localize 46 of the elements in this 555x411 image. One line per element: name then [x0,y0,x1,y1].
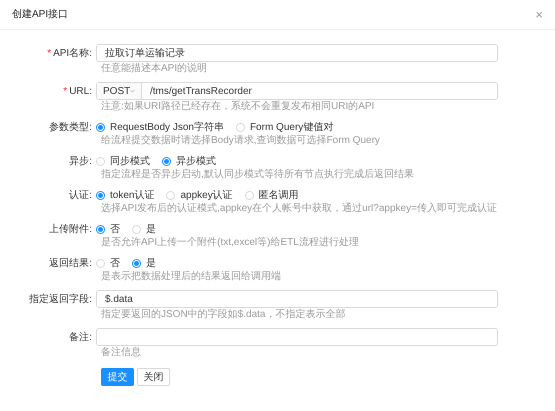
radio-option[interactable]: 同步模式 [96,154,150,168]
field-label: 指定返回字段: [29,292,92,306]
text-field[interactable]: 拉取订单运输记录 [96,44,498,62]
field-hint: 任意能描述本API的说明 [101,63,208,74]
field-hint: 是否允许API上传一个附件(txt,excel等)给ETL流程进行处理 [101,237,359,248]
field-hint: 备注信息 [101,347,141,358]
url-value: /tms/getTransRecorder [149,84,253,98]
field-label: 返回结果: [49,256,92,270]
radio-option[interactable]: 异步模式 [162,154,216,168]
radio-option[interactable]: RequestBody Json字符串 [96,120,224,134]
radio-option[interactable]: token认证 [96,188,154,202]
radio-option[interactable]: 否 [96,222,120,236]
field-label: 异步: [69,154,92,168]
required-mark: * [47,46,52,60]
method-value: POST [103,84,130,98]
radio-option[interactable]: 匿名调用 [244,188,299,202]
radio-option[interactable]: appkey认证 [166,188,233,202]
field-hint: 选择API发布后的认证模式,appkey在个人帐号中获取，通过url?appkey=传入即可完成认证 [101,203,497,214]
dialog-title: 创建API接口 [12,8,68,22]
radio-button[interactable] [96,190,105,200]
field-hint: 注意:如果URI路径已经存在，系统不会重复发布相同URI的API [101,101,374,112]
radio-button[interactable] [162,156,171,166]
field-label: API名称: [53,46,92,60]
radio-option[interactable]: 是 [132,222,156,236]
radio-option[interactable]: Form Query键值对 [236,120,334,134]
chevron-down-icon [130,89,135,93]
field-label: URL: [69,84,92,98]
field-hint: 是表示把数据处理后的结果返回给调用端 [101,271,281,282]
radio-option[interactable]: 否 [96,256,120,270]
text-field[interactable]: $.data [96,290,498,308]
radio-button[interactable] [132,258,141,268]
field-hint: 指定流程是否异步启动,默认同步模式等待所有节点执行完成后返回结果 [101,169,414,180]
required-mark: * [63,84,68,98]
field-hint: 给流程提交数据时请选择Body请求,查询数据可选择Form Query [101,135,380,146]
method-select[interactable]: POST [97,83,142,99]
field-label: 认证: [69,188,92,202]
text-field[interactable] [96,328,498,346]
url-field[interactable]: POST /tms/getTransRecorder [96,82,498,100]
field-label: 上传附件: [49,222,92,236]
radio-option[interactable]: 是 [132,256,156,270]
close-dialog-button[interactable]: 关闭 [137,368,170,386]
radio-button[interactable] [96,122,105,132]
radio-button[interactable] [96,224,105,234]
field-label: 参数类型: [49,120,92,134]
field-hint: 指定要返回的JSON中的字段如$.data，不指定表示全部 [101,309,346,320]
field-label: 备注: [69,330,92,344]
